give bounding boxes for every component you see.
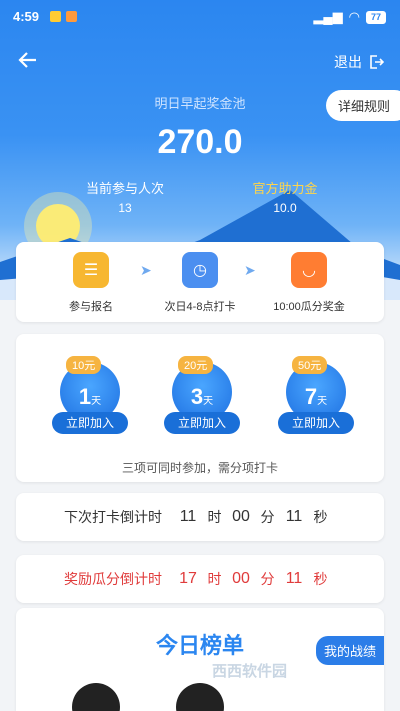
plan-price: 50元 — [292, 356, 328, 374]
participants-value: 13 — [118, 201, 132, 215]
step-label: 次日4-8点打卡 — [164, 301, 236, 313]
battery-icon: 77 — [365, 10, 386, 24]
countdown-hours: 11 — [179, 508, 197, 525]
participants-stat: 当前参与人次 13 — [80, 178, 170, 215]
signal-icon: ▂▄▆ — [313, 9, 343, 24]
rules-button[interactable]: 详细规则 — [325, 90, 400, 121]
countdown-minutes: 00 — [232, 508, 250, 525]
plan-7-day[interactable]: 50元 7天 立即加入 — [278, 348, 354, 434]
hours-unit: 时 — [207, 509, 222, 525]
checkin-countdown: 下次打卡倒计时 11 时 00 分 11 秒 — [16, 493, 384, 541]
step-label: 10:00瓜分奖金 — [273, 301, 345, 313]
plan-3-day[interactable]: 20元 3天 立即加入 — [164, 348, 240, 434]
exit-label: 退出 — [334, 54, 362, 70]
join-button[interactable]: 立即加入 — [52, 412, 128, 434]
reward-countdown: 奖励瓜分倒计时 17 时 00 分 11 秒 — [16, 555, 384, 603]
seconds-unit: 秒 — [313, 571, 328, 587]
status-time: 4:59 — [13, 9, 40, 24]
clock-icon: ◷ — [182, 252, 218, 288]
logout-icon — [370, 55, 384, 69]
status-bar: 4:59 ▂▄▆ ◠ 77 — [0, 0, 400, 34]
watermark: 西西软件园 — [212, 663, 288, 680]
join-button[interactable]: 立即加入 — [164, 412, 240, 434]
wallet-icon: ◡ — [291, 252, 327, 288]
countdown-seconds: 11 — [285, 508, 303, 525]
notification-icon — [50, 11, 61, 22]
countdown-minutes: 00 — [232, 570, 250, 587]
countdown-hours: 17 — [179, 570, 197, 587]
step-checkin: ◷ 次日4-8点打卡 — [145, 252, 255, 314]
plans-note: 三项可同时参加，需分项打卡 — [121, 461, 278, 475]
participants-label: 当前参与人次 — [85, 181, 164, 196]
countdown-seconds: 11 — [285, 570, 303, 587]
back-button[interactable] — [14, 48, 42, 76]
seconds-unit: 秒 — [313, 509, 328, 525]
avatar[interactable] — [72, 683, 120, 711]
plan-days: 7天 — [304, 384, 328, 409]
wifi-icon: ◠ — [348, 9, 360, 24]
app-icon — [66, 11, 77, 22]
my-record-button[interactable]: 我的战绩 — [315, 636, 384, 665]
official-value: 10.0 — [273, 201, 297, 215]
official-stat: 官方助力金 10.0 — [240, 178, 330, 215]
signup-icon: ☰ — [73, 252, 109, 288]
plan-price: 10元 — [66, 356, 102, 374]
exit-button[interactable]: 退出 — [334, 52, 384, 72]
step-signup: ☰ 参与报名 — [36, 252, 146, 314]
steps-card: ☰ 参与报名 ➤ ◷ 次日4-8点打卡 ➤ ◡ 10:00瓜分奖金 — [16, 242, 384, 322]
plan-days: 3天 — [190, 384, 214, 409]
hours-unit: 时 — [207, 571, 222, 587]
plan-price: 20元 — [178, 356, 214, 374]
countdown-label: 下次打卡倒计时 — [64, 509, 162, 525]
step-label: 参与报名 — [69, 301, 113, 313]
step-reward: ◡ 10:00瓜分奖金 — [254, 252, 364, 314]
plan-1-day[interactable]: 10元 1天 立即加入 — [52, 348, 128, 434]
leaderboard-card: 今日榜单 我的战绩 — [16, 608, 384, 711]
minutes-unit: 分 — [260, 509, 275, 525]
plan-days: 1天 — [78, 384, 102, 409]
minutes-unit: 分 — [260, 571, 275, 587]
pool-amount: 270.0 — [157, 123, 243, 161]
avatar[interactable] — [176, 683, 224, 711]
countdown-label: 奖励瓜分倒计时 — [64, 571, 162, 587]
official-label: 官方助力金 — [252, 181, 318, 196]
join-button[interactable]: 立即加入 — [278, 412, 354, 434]
arrow-left-icon — [18, 52, 36, 68]
plans-card: 10元 1天 立即加入 20元 3天 立即加入 50元 7天 立即加入 三项可同… — [16, 334, 384, 482]
